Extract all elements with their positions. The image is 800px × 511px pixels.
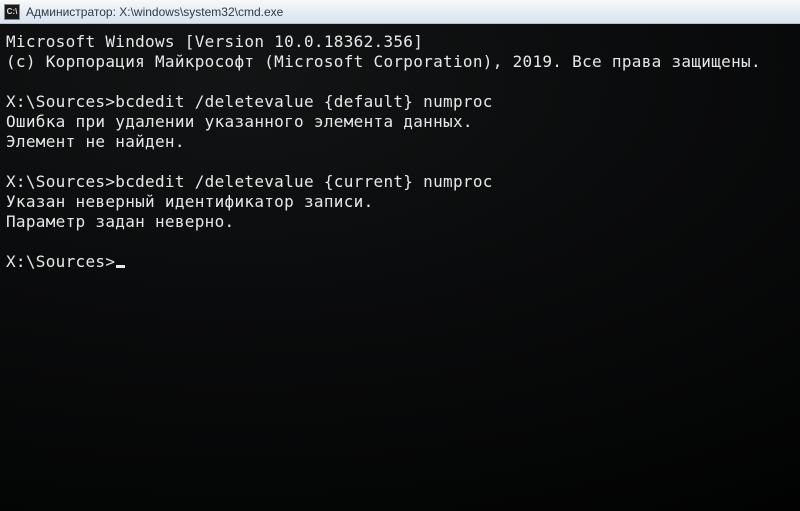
window-titlebar[interactable]: C:\ Администратор: X:\windows\system32\c…: [0, 0, 800, 24]
window-title: Администратор: X:\windows\system32\cmd.e…: [26, 5, 283, 19]
terminal-line: [6, 152, 794, 172]
terminal-line: [6, 232, 794, 252]
terminal-output[interactable]: Microsoft Windows [Version 10.0.18362.35…: [0, 24, 800, 511]
terminal-line: Microsoft Windows [Version 10.0.18362.35…: [6, 32, 794, 52]
text-cursor: [116, 265, 125, 268]
terminal-line: Ошибка при удалении указанного элемента …: [6, 112, 794, 132]
terminal-line: Указан неверный идентификатор записи.: [6, 192, 794, 212]
terminal-line: Параметр задан неверно.: [6, 212, 794, 232]
terminal-line: X:\Sources>bcdedit /deletevalue {default…: [6, 92, 794, 112]
terminal-line: X:\Sources>: [6, 252, 794, 272]
cmd-window: C:\ Администратор: X:\windows\system32\c…: [0, 0, 800, 511]
terminal-line: X:\Sources>bcdedit /deletevalue {current…: [6, 172, 794, 192]
terminal-line: [6, 72, 794, 92]
terminal-line: Элемент не найден.: [6, 132, 794, 152]
terminal-line: (c) Корпорация Майкрософт (Microsoft Cor…: [6, 52, 794, 72]
cmd-app-icon: C:\: [4, 4, 20, 20]
